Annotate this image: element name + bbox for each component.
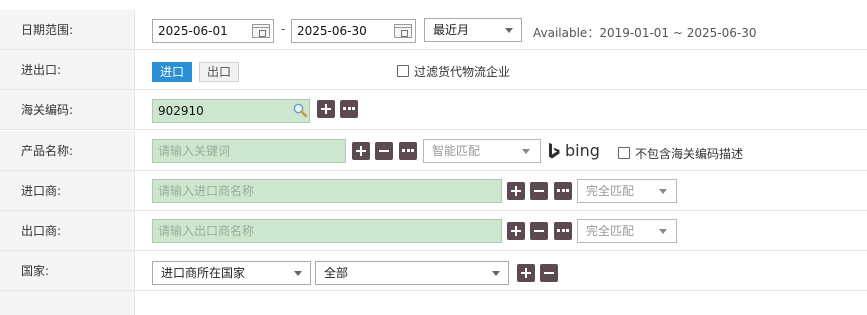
importer-label: 进口商: (0, 171, 135, 210)
remove-importer-button[interactable] (530, 182, 548, 200)
calendar-icon[interactable] (394, 24, 412, 38)
chevron-down-icon (492, 271, 500, 276)
exporter-match-select[interactable]: 完全匹配 (577, 219, 677, 243)
date-preset-select[interactable]: 最近月 (424, 18, 522, 42)
country-scope-value: 进口商所在国家 (161, 266, 246, 280)
date-separator: - (281, 22, 286, 36)
date-range-row: 日期范围: 2025-06-01 - 2025-06-30 最近月 Availa… (0, 10, 867, 50)
country-row: 国家: 进口商所在国家 全部 (0, 251, 867, 291)
calendar-icon[interactable] (252, 24, 270, 38)
add-exporter-button[interactable] (507, 222, 525, 240)
remove-product-button[interactable] (375, 142, 393, 160)
product-match-value: 智能匹配 (432, 144, 481, 158)
importer-match-value: 完全匹配 (586, 184, 635, 198)
country-select[interactable]: 全部 (315, 261, 509, 285)
more-exporter-button[interactable] (554, 222, 572, 240)
remove-country-button[interactable] (540, 264, 558, 282)
exclude-hs-desc-label: 不包含海关编码描述 (635, 147, 744, 161)
trailing-row (0, 291, 867, 315)
trade-direction-label: 进出口: (0, 50, 135, 89)
date-range-label: 日期范围: (0, 10, 135, 49)
exporter-row: 出口商: 请输入出口商名称 完全匹配 (0, 211, 867, 251)
importer-match-select[interactable]: 完全匹配 (577, 179, 677, 203)
start-date-input[interactable]: 2025-06-01 (152, 19, 274, 43)
exporter-label: 出口商: (0, 211, 135, 250)
country-label: 国家: (0, 251, 135, 290)
importer-placeholder: 请输入进口商名称 (158, 184, 255, 198)
add-hs-code-button[interactable] (317, 100, 335, 118)
exporter-placeholder: 请输入出口商名称 (158, 224, 255, 238)
hs-code-input[interactable]: 902910 (152, 99, 310, 123)
exclude-hs-desc-checkbox[interactable] (618, 147, 630, 159)
product-label: 产品名称: (0, 131, 135, 170)
search-icon[interactable] (292, 102, 308, 118)
start-date-value: 2025-06-01 (158, 24, 228, 38)
hs-code-value: 902910 (158, 104, 204, 118)
importer-row: 进口商: 请输入进口商名称 完全匹配 (0, 171, 867, 211)
filter-logistics-label: 过滤货代物流企业 (414, 65, 511, 79)
exporter-match-value: 完全匹配 (586, 224, 635, 238)
add-product-button[interactable] (352, 142, 370, 160)
more-product-button[interactable] (399, 142, 417, 160)
more-importer-button[interactable] (554, 182, 572, 200)
chevron-down-icon (522, 149, 530, 154)
export-toggle[interactable]: 出口 (199, 62, 240, 82)
end-date-value: 2025-06-30 (297, 24, 367, 38)
add-importer-button[interactable] (507, 182, 525, 200)
add-country-button[interactable] (517, 264, 535, 282)
product-keyword-input[interactable]: 请输入关键词 (152, 139, 346, 163)
date-preset-value: 最近月 (433, 23, 470, 37)
importer-input[interactable]: 请输入进口商名称 (152, 179, 502, 203)
more-hs-code-button[interactable] (340, 100, 358, 118)
chevron-down-icon (659, 229, 667, 234)
hs-code-row: 海关编码: 902910 (0, 90, 867, 130)
country-scope-select[interactable]: 进口商所在国家 (152, 261, 311, 285)
chevron-down-icon (505, 28, 513, 33)
hs-code-label: 海关编码: (0, 90, 135, 129)
chevron-down-icon (294, 271, 302, 276)
product-match-select[interactable]: 智能匹配 (423, 139, 541, 163)
trade-direction-row: 进出口: 进口 出口 过滤货代物流企业 (0, 50, 867, 90)
country-value: 全部 (324, 266, 349, 280)
product-row: 产品名称: 请输入关键词 智能匹配 bing 不包含海关编码描述 (0, 131, 867, 171)
trailing-label-cell (0, 291, 135, 315)
product-keyword-placeholder: 请输入关键词 (158, 144, 231, 158)
search-form: 日期范围: 2025-06-01 - 2025-06-30 最近月 Availa… (0, 0, 867, 315)
chevron-down-icon (659, 189, 667, 194)
bing-logo-icon[interactable] (547, 142, 563, 160)
exporter-input[interactable]: 请输入出口商名称 (152, 219, 502, 243)
remove-exporter-button[interactable] (530, 222, 548, 240)
filter-logistics-checkbox[interactable] (397, 65, 409, 77)
available-range-text: Available：2019-01-01 ~ 2025-06-30 (533, 26, 757, 40)
import-toggle[interactable]: 进口 (152, 62, 193, 82)
end-date-input[interactable]: 2025-06-30 (291, 19, 416, 43)
bing-label[interactable]: bing (565, 141, 600, 160)
